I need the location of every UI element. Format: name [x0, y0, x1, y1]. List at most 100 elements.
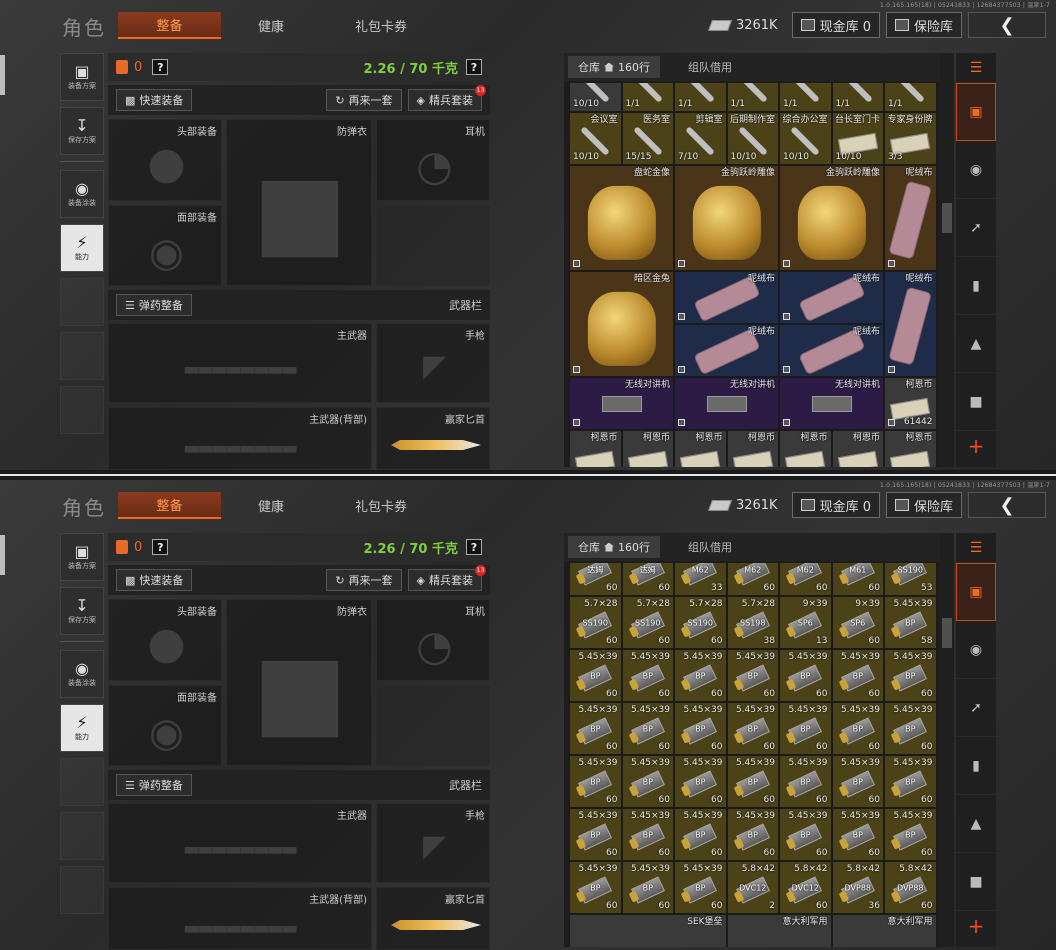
elite-kit-button[interactable]: ◈ 精兵套装 13	[407, 565, 486, 591]
attachment-icon[interactable]: ■	[956, 853, 996, 911]
back-button[interactable]: ❮	[968, 12, 1046, 38]
stash-item[interactable]: 医务室 15/15	[621, 112, 674, 165]
stash-item[interactable]: 5.45×39 BP 60	[569, 649, 622, 702]
melee-slot[interactable]: 赢家匕首	[376, 887, 490, 950]
stash-item[interactable]: (一次性)1/1	[884, 83, 937, 112]
stash-item[interactable]: 柯恩币	[726, 430, 779, 467]
category-all-icon[interactable]: ▣	[956, 83, 996, 141]
stash-item[interactable]: 5.45×39 BP 60	[831, 755, 884, 808]
stash-item[interactable]: 呢绒布	[674, 324, 779, 377]
again-button[interactable]: ↻ 再来一套	[326, 89, 402, 111]
tab-loadout[interactable]: 整备	[118, 12, 221, 39]
add-icon[interactable]: +	[956, 431, 996, 461]
stash-item[interactable]: 9×19达姆60	[569, 563, 622, 596]
weight-help-icon[interactable]: ?	[466, 539, 482, 555]
tab-stash[interactable]: 仓库 160行	[568, 56, 660, 78]
tab-gift-cards[interactable]: 礼包卡券	[321, 492, 441, 519]
stash-item[interactable]: 意大利军用	[831, 914, 937, 947]
stash-item[interactable]: 柯恩币 61442	[884, 377, 937, 430]
layers-icon[interactable]: ☰	[956, 533, 996, 563]
stash-item[interactable]: 5.45×39 BP 60	[779, 702, 832, 755]
stash-item[interactable]: 5.45×39 BP 60	[569, 808, 622, 861]
save-plan-button[interactable]: ↧ 保存方案	[60, 587, 104, 635]
stash-scrollbar[interactable]	[940, 533, 954, 947]
stash-item[interactable]: 呢绒布	[884, 165, 937, 271]
stash-item[interactable]: 金驹跃岭雕像	[779, 165, 884, 271]
stash-item[interactable]: (一次性)1/1	[779, 83, 832, 112]
safe-box-button[interactable]: 保险库	[885, 12, 962, 38]
elite-kit-button[interactable]: ◈ 精兵套装 13	[407, 85, 486, 111]
loadout-plan-button[interactable]: ▣ 装备方案	[60, 53, 104, 101]
magazine-icon[interactable]: ▮	[956, 737, 996, 795]
back-button[interactable]: ❮	[968, 492, 1046, 518]
help-icon[interactable]: ?	[152, 539, 169, 555]
stash-item[interactable]: 专家身份牌 3/3	[884, 112, 937, 165]
stash-item[interactable]: 5.8×42 DVP88 36	[831, 861, 884, 914]
stash-item[interactable]: 5.45×39 BP 60	[831, 808, 884, 861]
stash-item[interactable]: 呢绒布	[884, 271, 937, 377]
stash-item[interactable]: 金驹跃岭雕像	[674, 165, 779, 271]
stash-item[interactable]: 盘蛇金像	[569, 165, 674, 271]
primary-weapon-slot[interactable]: 主武器 ▬▬▬▬▬▬▬▬	[108, 323, 372, 403]
quick-equip-button[interactable]: ▩ 快速装备	[116, 89, 193, 111]
helmet-icon[interactable]: ◉	[956, 141, 996, 199]
stash-item[interactable]: 5.45×39 BP 60	[621, 755, 674, 808]
stash-item[interactable]: 7.62×51M6233	[674, 563, 727, 596]
stash-item[interactable]: 5.45×39 BP 60	[884, 649, 937, 702]
stash-item[interactable]: 柯恩币	[779, 430, 832, 467]
stash-item[interactable]: 呢绒布	[779, 324, 884, 377]
ear-slot[interactable]: 耳机 ◔	[376, 599, 490, 681]
layers-icon[interactable]: ☰	[956, 53, 996, 83]
ear-slot[interactable]: 耳机 ◔	[376, 119, 490, 201]
stash-scrollbar[interactable]	[940, 53, 954, 467]
quick-equip-button[interactable]: ▩ 快速装备	[116, 569, 193, 591]
pistol-slot[interactable]: 手枪 ◤	[376, 323, 490, 403]
paint-button[interactable]: ◉ 装备涂装	[60, 650, 104, 698]
stash-item[interactable]: 柯恩币	[569, 430, 622, 467]
stash-item[interactable]: 呢绒布	[779, 271, 884, 324]
stash-item[interactable]: 5.45×39 BP 60	[569, 861, 622, 914]
head-slot[interactable]: 头部装备 ●	[108, 119, 222, 201]
stash-item[interactable]: 7.62×51M6260	[779, 563, 832, 596]
stash-item[interactable]: 9×39 SP6 60	[831, 596, 884, 649]
tab-health[interactable]: 健康	[221, 12, 321, 39]
stash-item[interactable]: 5.45×39 BP 60	[884, 702, 937, 755]
tab-team-borrow[interactable]: 组队借用	[672, 56, 748, 78]
stash-item[interactable]: 5.45×39 BP 60	[674, 755, 727, 808]
stash-item[interactable]: SEK堡垒	[569, 914, 727, 947]
melee-slot[interactable]: 赢家匕首	[376, 407, 490, 470]
stash-item[interactable]: 柯恩币	[884, 430, 937, 467]
ability-button[interactable]: ⚡ 能力	[60, 704, 104, 752]
stash-item[interactable]: 5.45×39 BP 60	[779, 755, 832, 808]
stash-item[interactable]: (一次性)1/1	[674, 83, 727, 112]
stash-item[interactable]: 5.45×39 BP 60	[884, 808, 937, 861]
rifle-icon[interactable]: ➚	[956, 679, 996, 737]
stash-item[interactable]: 剪辑室 7/10	[674, 112, 727, 165]
attachment-icon[interactable]: ■	[956, 373, 996, 431]
tab-team-borrow[interactable]: 组队借用	[672, 536, 748, 558]
ability-button[interactable]: ⚡ 能力	[60, 224, 104, 272]
primary-back-slot[interactable]: 主武器(背部) ▬▬▬▬▬▬▬▬	[108, 407, 372, 470]
stash-item[interactable]: 5.45×39 BP 60	[726, 808, 779, 861]
stash-item[interactable]: 会议室 10/10	[569, 112, 622, 165]
stash-item[interactable]: 5.45×39 BP 60	[831, 649, 884, 702]
stash-item[interactable]: 5.45×39 BP 60	[726, 702, 779, 755]
stash-item[interactable]: 5.7×28 SS190 60	[674, 596, 727, 649]
helmet-icon[interactable]: ◉	[956, 621, 996, 679]
save-plan-button[interactable]: ↧ 保存方案	[60, 107, 104, 155]
stash-item[interactable]: 5.45×39 BP 60	[779, 808, 832, 861]
head-slot[interactable]: 头部装备 ●	[108, 599, 222, 681]
stash-item[interactable]: 5.45×39 BP 60	[621, 861, 674, 914]
add-icon[interactable]: +	[956, 911, 996, 941]
bullet-icon[interactable]: ▲	[956, 315, 996, 373]
weight-help-icon[interactable]: ?	[466, 59, 482, 75]
ammo-prep-button[interactable]: ☰ 弹药整备	[116, 294, 192, 316]
again-button[interactable]: ↻ 再来一套	[326, 569, 402, 591]
stash-item[interactable]: 柯恩币	[831, 430, 884, 467]
stash-item[interactable]: 5.7×28 SS198 38	[726, 596, 779, 649]
stash-item[interactable]: 综合办公室 10/10	[779, 112, 832, 165]
stash-item[interactable]: 台长室门卡 10/10	[831, 112, 884, 165]
paint-button[interactable]: ◉ 装备涂装	[60, 170, 104, 218]
armor-slot[interactable]: 防弹衣 ■	[226, 119, 372, 286]
stash-item[interactable]: 后期制作室 10/10	[726, 112, 779, 165]
